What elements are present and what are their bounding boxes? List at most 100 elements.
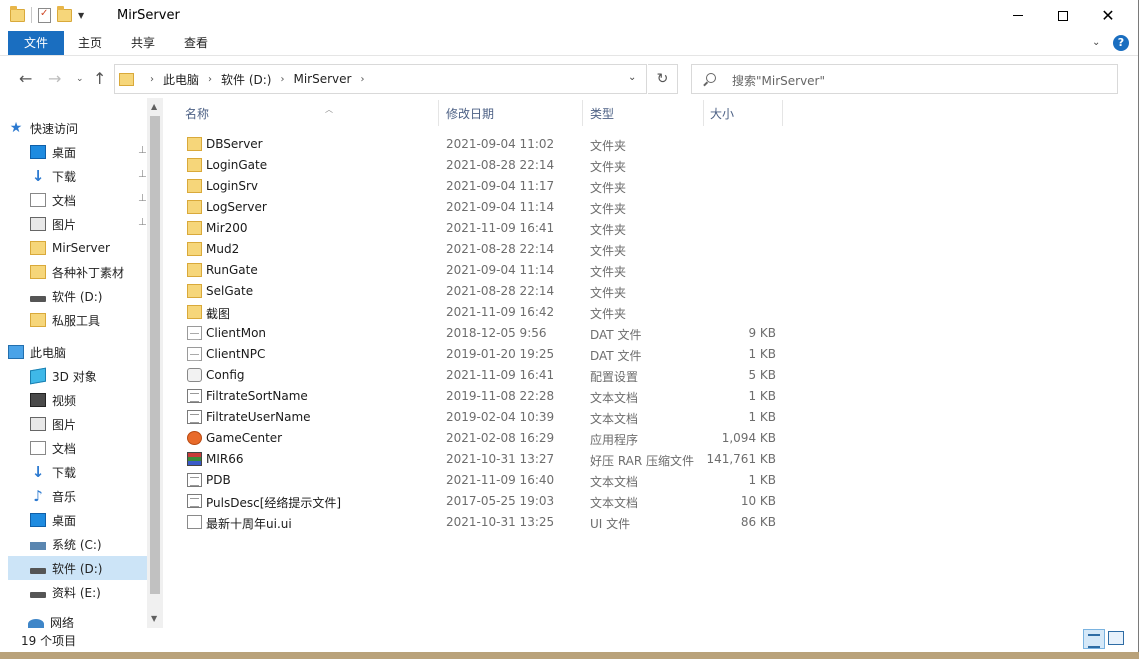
nav-item-drive-d[interactable]: 软件 (D:)	[8, 556, 148, 580]
file-row[interactable]: LogServer 2021-09-04 11:14 文件夹	[182, 197, 782, 218]
file-row[interactable]: DBServer 2021-09-04 11:02 文件夹	[182, 134, 782, 155]
expand-ribbon-icon[interactable]: ⌄	[1092, 37, 1100, 48]
nav-item-drive-d-quick[interactable]: 软件 (D:)	[8, 284, 148, 308]
properties-icon[interactable]	[38, 7, 51, 23]
column-header-name[interactable]: 名称 ︿	[185, 98, 435, 128]
nav-item-this-pc[interactable]: 此电脑	[8, 340, 148, 364]
pc-icon	[8, 345, 24, 359]
close-button[interactable]: ✕	[1085, 0, 1131, 31]
file-row[interactable]: LoginSrv 2021-09-04 11:17 文件夹	[182, 176, 782, 197]
file-type: 文件夹	[590, 160, 627, 174]
file-row[interactable]: MIR66 2021-10-31 13:27 好压 RAR 压缩文件 141,761 …	[182, 449, 782, 470]
chevron-right-icon[interactable]: ›	[360, 74, 364, 85]
column-divider[interactable]	[438, 100, 439, 126]
folder-icon	[187, 284, 202, 298]
column-divider[interactable]	[782, 100, 783, 126]
file-date: 2021-11-09 16:42	[446, 305, 555, 319]
file-date: 2021-10-31 13:27	[446, 452, 555, 466]
file-row[interactable]: ClientMon 2018-12-05 9:56 DAT 文件 9 KB	[182, 323, 782, 344]
breadcrumb-mirserver[interactable]: MirServer	[293, 72, 351, 86]
new-folder-icon[interactable]	[57, 5, 72, 22]
column-header-size[interactable]: 大小	[710, 98, 780, 128]
file-row[interactable]: 最新十周年ui.ui 2021-10-31 13:25 UI 文件 86 KB	[182, 512, 782, 533]
file-row[interactable]: FiltrateUserName 2019-02-04 10:39 文本文档 1 KB	[182, 407, 782, 428]
customize-toolbar-icon[interactable]: ▼	[78, 11, 84, 20]
chevron-down-icon[interactable]: ⌄	[628, 72, 636, 83]
folder-icon	[10, 5, 25, 22]
tab-share[interactable]: 共享	[123, 31, 163, 55]
nav-item-drive-c[interactable]: 系统 (C:)	[8, 532, 148, 556]
scrollbar-thumb[interactable]	[150, 116, 160, 594]
nav-item-music[interactable]: ♪ 音乐	[8, 484, 148, 508]
file-date: 2021-08-28 22:14	[446, 242, 555, 256]
scroll-up-icon[interactable]: ▲	[151, 102, 157, 111]
file-row[interactable]: SelGate 2021-08-28 22:14 文件夹	[182, 281, 782, 302]
nav-item-mirserver[interactable]: MirServer	[8, 236, 148, 260]
nav-label: 图片	[52, 217, 77, 232]
file-row[interactable]: Mud2 2021-08-28 22:14 文件夹	[182, 239, 782, 260]
column-divider[interactable]	[703, 100, 704, 126]
nav-item-documents-pc[interactable]: 文档	[8, 436, 148, 460]
nav-item-quick-access[interactable]: ★ 快速访问	[8, 116, 148, 140]
nav-item-desktop-pc[interactable]: 桌面	[8, 508, 148, 532]
chevron-right-icon[interactable]: ›	[150, 74, 154, 85]
refresh-button[interactable]: ↻	[648, 64, 678, 94]
breadcrumb-drive-d[interactable]: 软件 (D:)	[221, 71, 271, 88]
tab-file[interactable]: 文件	[8, 31, 64, 55]
large-icons-view-icon[interactable]	[1108, 631, 1124, 645]
chevron-right-icon[interactable]: ›	[280, 74, 284, 85]
nav-item-downloads[interactable]: ↓ 下载 ⊥	[8, 164, 148, 188]
nav-item-videos[interactable]: 视频	[8, 388, 148, 412]
nav-item-pictures[interactable]: 图片 ⊥	[8, 212, 148, 236]
file-row[interactable]: PDB 2021-11-09 16:40 文本文档 1 KB	[182, 470, 782, 491]
tab-home[interactable]: 主页	[70, 31, 110, 55]
minimize-button[interactable]	[995, 0, 1041, 31]
file-row[interactable]: RunGate 2021-09-04 11:14 文件夹	[182, 260, 782, 281]
file-row[interactable]: ClientNPC 2019-01-20 19:25 DAT 文件 1 KB	[182, 344, 782, 365]
tab-view[interactable]: 查看	[176, 31, 216, 55]
file-row[interactable]: PulsDesc[经络提示文件] 2017-05-25 19:03 文本文档 10 K…	[182, 491, 782, 512]
file-row[interactable]: GameCenter 2021-02-08 16:29 应用程序 1,094 KB	[182, 428, 782, 449]
nav-item-downloads-pc[interactable]: ↓ 下载	[8, 460, 148, 484]
recent-locations-icon[interactable]: ⌄	[76, 74, 84, 84]
folder-icon	[30, 265, 46, 279]
file-date: 2021-10-31 13:25	[446, 515, 555, 529]
nav-item-pictures-pc[interactable]: 图片	[8, 412, 148, 436]
nav-label: 图片	[52, 417, 77, 432]
breadcrumb-this-pc[interactable]: 此电脑	[163, 71, 199, 88]
file-row[interactable]: Mir200 2021-11-09 16:41 文件夹	[182, 218, 782, 239]
scroll-down-icon[interactable]: ▼	[151, 614, 157, 623]
file-row[interactable]: Config 2021-11-09 16:41 配置设置 5 KB	[182, 365, 782, 386]
nav-item-drive-e[interactable]: 资料 (E:)	[8, 580, 148, 604]
file-name: SelGate	[206, 284, 254, 298]
file-row[interactable]: LoginGate 2021-08-28 22:14 文件夹	[182, 155, 782, 176]
help-icon[interactable]: ?	[1113, 35, 1129, 51]
nav-pane-scrollbar[interactable]: ▲ ▼	[147, 98, 163, 628]
chevron-right-icon[interactable]: ›	[208, 74, 212, 85]
nav-item-desktop[interactable]: 桌面 ⊥	[8, 140, 148, 164]
nav-item-private-server-tools[interactable]: 私服工具	[8, 308, 148, 332]
file-row[interactable]: 截图 2021-11-09 16:42 文件夹	[182, 302, 782, 323]
search-placeholder: 搜索"MirServer"	[732, 74, 826, 88]
back-arrow-icon[interactable]: ←	[19, 69, 32, 88]
nav-item-documents[interactable]: 文档 ⊥	[8, 188, 148, 212]
file-date: 2019-02-04 10:39	[446, 410, 555, 424]
nav-item-network[interactable]: 网络	[8, 610, 148, 628]
forward-arrow-icon[interactable]: →	[48, 69, 61, 88]
maximize-button[interactable]	[1040, 0, 1086, 31]
toolbar-divider	[31, 7, 32, 23]
column-header-type[interactable]: 类型	[590, 98, 700, 128]
details-view-icon[interactable]	[1083, 629, 1105, 649]
file-date: 2021-09-04 11:14	[446, 263, 555, 277]
file-size: 5 KB	[748, 368, 776, 382]
column-divider[interactable]	[582, 100, 583, 126]
file-type: 好压 RAR 压缩文件	[590, 454, 695, 468]
address-bar[interactable]: › 此电脑 › 软件 (D:) › MirServer › ⌄	[114, 64, 647, 94]
file-row[interactable]: FiltrateSortName 2019-11-08 22:28 文本文档 1 KB	[182, 386, 782, 407]
up-arrow-icon[interactable]: ↑	[93, 69, 106, 88]
column-header-date[interactable]: 修改日期	[446, 98, 576, 128]
nav-item-patch-assets[interactable]: 各种补丁素材	[8, 260, 148, 284]
search-input[interactable]: 搜索"MirServer"	[691, 64, 1118, 94]
nav-item-3d-objects[interactable]: 3D 对象	[8, 364, 148, 388]
ui-file-icon	[187, 515, 202, 529]
